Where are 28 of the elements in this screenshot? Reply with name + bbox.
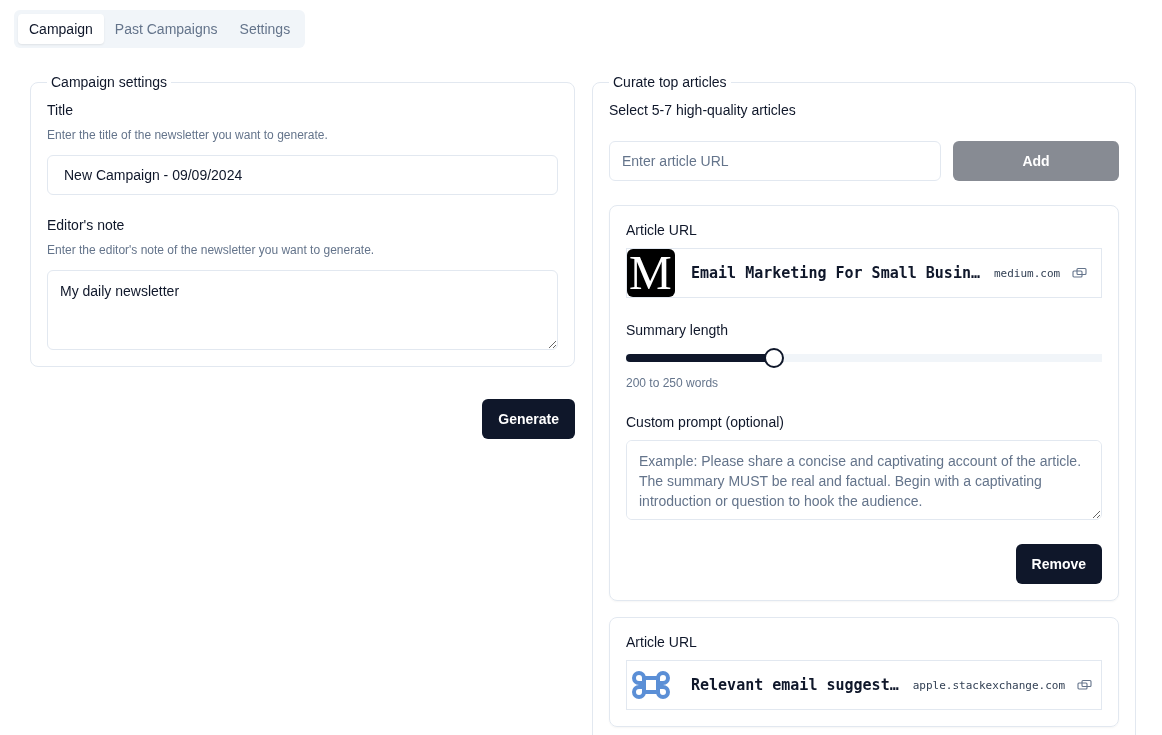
prompt-field[interactable]: Example: Please share a concise and captivating account of the article. The summary MUST be real and factual. Begin with a captivating introduction or question to hook the audience. — [626, 440, 1102, 520]
slider-reading: 200 to 250 words — [626, 376, 720, 390]
link-preview[interactable]: Relevant email suggest… apple.stackexchange.com — [626, 660, 1102, 710]
tab[interactable]: Campaign — [18, 14, 104, 44]
remove-button[interactable]: Remove — [1015, 544, 1102, 584]
field-label: Custom prompt (optional) — [626, 414, 785, 430]
logo-icon: M — [627, 249, 675, 297]
article-domain: medium.com — [994, 266, 1061, 280]
field-label: Article URL — [626, 222, 698, 238]
field-label: Summary length — [626, 322, 729, 338]
generate-button[interactable]: Generate — [482, 399, 575, 439]
section-subtitle: Select 5-7 high-quality articles — [609, 102, 797, 118]
input-field[interactable]: New Campaign - 09/09/2024 — [47, 155, 558, 195]
text-area[interactable]: My daily newsletter — [47, 270, 558, 350]
article-title: Relevant email suggest… — [691, 676, 899, 694]
url-field[interactable]: Enter article URL — [609, 141, 941, 181]
field-label: Title — [47, 102, 74, 118]
tab[interactable]: Past Campaigns — [103, 14, 229, 44]
field-label: Editor's note — [47, 217, 126, 233]
field-label: Article URL — [626, 634, 698, 650]
article-title: Email Marketing For Small Busin… — [691, 264, 980, 282]
link-preview[interactable]: M Email Marketing For Small Busin… medium.com — [626, 248, 1102, 298]
field-hint: Enter the editor's note of the newsletter you want to generate. — [47, 243, 376, 257]
panel-legend: Curate top articles — [609, 74, 731, 90]
article-domain: apple.stackexchange.com — [912, 678, 1066, 692]
field-hint: Enter the title of the newsletter you want to generate. — [47, 128, 329, 142]
panel-legend: Campaign settings — [47, 74, 171, 90]
tab[interactable]: Settings — [228, 14, 302, 44]
